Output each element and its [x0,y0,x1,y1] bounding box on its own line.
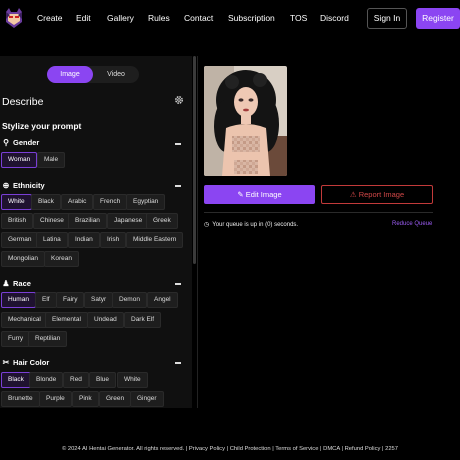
queue-status: ◷ Your queue is up in (0) seconds. [204,221,299,229]
chip-ethnicity-egyptian[interactable]: Egyptian [126,194,166,210]
reduce-queue-link[interactable]: Reduce Queue [392,221,432,227]
chip-race-elf[interactable]: Elf [35,292,57,308]
clock-icon: ◷ [204,222,210,228]
chip-hair-red[interactable]: Red [63,372,89,388]
chip-gender-woman[interactable]: Woman [1,152,38,168]
chip-ethnicity-japanese[interactable]: Japanese [107,213,150,229]
panel-title: Describe [2,96,44,108]
chip-ethnicity-greek[interactable]: Greek [146,213,178,229]
chip-ethnicity-irish[interactable]: Irish [100,232,127,248]
chip-hair-black[interactable]: Black [1,372,31,388]
pencil-icon: ✎ [237,190,244,199]
chip-hair-purple[interactable]: Purple [39,391,72,407]
race-section-title[interactable]: ♟ Race [2,279,31,288]
warning-icon: ⚠ [349,190,357,199]
stylize-heading: Stylize your prompt [2,121,82,131]
person-icon: ♟ [2,279,10,288]
top-navbar: Create Edit Gallery Rules Contact Subscr… [0,0,460,38]
chip-hair-blue[interactable]: Blue [89,372,117,388]
collapse-hair-color-icon[interactable] [175,362,181,364]
ethnicity-section-title[interactable]: ⊕ Ethnicity [2,181,45,190]
chip-ethnicity-german[interactable]: German [1,232,39,248]
chip-race-furry[interactable]: Furry [1,331,31,347]
chip-race-reptilian[interactable]: Reptilian [28,331,68,347]
edit-image-button[interactable]: ✎ Edit Image [204,185,315,204]
nav-contact[interactable]: Contact [184,13,213,23]
chip-ethnicity-latina[interactable]: Latina [36,232,68,248]
nav-create[interactable]: Create [37,13,63,23]
chip-hair-brunette[interactable]: Brunette [1,391,40,407]
mode-image-tab[interactable]: Image [47,66,93,83]
chip-race-mechanical[interactable]: Mechanical [1,312,48,328]
gender-section-title[interactable]: ⚲ Gender [2,138,39,147]
chip-ethnicity-mongolian[interactable]: Mongolian [1,251,45,267]
footer-text: © 2024 AI Hentai Generator. All rights r… [61,446,399,452]
chip-hair-ginger[interactable]: Ginger [130,391,164,407]
mode-video-tab[interactable]: Video [93,66,139,83]
hair-icon: ✂ [2,358,10,367]
media-mode-toggle: Image Video [47,66,139,83]
nav-edit[interactable]: Edit [76,13,91,23]
chip-ethnicity-brazilian[interactable]: Brazilian [68,213,107,229]
site-logo[interactable] [4,7,24,29]
actions-divider [204,212,433,213]
sign-in-button[interactable]: Sign In [367,8,407,29]
chip-race-undead[interactable]: Undead [87,312,124,328]
chip-race-human[interactable]: Human [1,292,36,308]
chip-race-fairy[interactable]: Fairy [56,292,85,308]
chip-ethnicity-british[interactable]: British [1,213,34,229]
collapse-race-icon[interactable] [175,283,181,285]
chip-race-demon[interactable]: Demon [112,292,147,308]
gender-icon: ⚲ [3,138,9,147]
panel-scrollbar[interactable] [193,56,196,264]
chip-race-satyr[interactable]: Satyr [84,292,114,308]
report-image-button[interactable]: ⚠ Report Image [321,185,433,204]
nav-gallery[interactable]: Gallery [107,13,134,23]
chip-gender-male[interactable]: Male [37,152,66,168]
chip-hair-white[interactable]: White [117,372,148,388]
chip-race-angel[interactable]: Angel [147,292,178,308]
register-button[interactable]: Register [416,8,460,29]
chip-ethnicity-arabic[interactable]: Arabic [61,194,94,210]
chip-ethnicity-chinese[interactable]: Chinese [33,213,71,229]
collapse-ethnicity-icon[interactable] [175,185,181,187]
generated-image[interactable] [204,66,287,176]
panel-divider [197,56,198,408]
gear-icon[interactable] [174,95,184,105]
chip-ethnicity-korean[interactable]: Korean [44,251,79,267]
chip-race-elemental[interactable]: Elemental [45,312,88,328]
nav-discord[interactable]: Discord [320,13,349,23]
chip-ethnicity-black[interactable]: Black [31,194,61,210]
chip-hair-green[interactable]: Green [99,391,132,407]
nav-tos[interactable]: TOS [290,13,307,23]
chip-ethnicity-middle-eastern[interactable]: Middle Eastern [126,232,184,248]
chip-ethnicity-white[interactable]: White [1,194,32,210]
chip-ethnicity-indian[interactable]: Indian [68,232,100,248]
hair-color-section-title[interactable]: ✂ Hair Color [2,358,50,367]
globe-icon: ⊕ [2,181,10,190]
chip-hair-blonde[interactable]: Blonde [29,372,64,388]
nav-subscription[interactable]: Subscription [228,13,275,23]
chip-race-dark-elf[interactable]: Dark Elf [124,312,162,328]
prompt-panel: Image Video Describe Stylize your prompt… [0,56,192,408]
chip-hair-pink[interactable]: Pink [72,391,99,407]
nav-rules[interactable]: Rules [148,13,170,23]
collapse-gender-icon[interactable] [175,143,181,145]
chip-ethnicity-french[interactable]: French [93,194,128,210]
